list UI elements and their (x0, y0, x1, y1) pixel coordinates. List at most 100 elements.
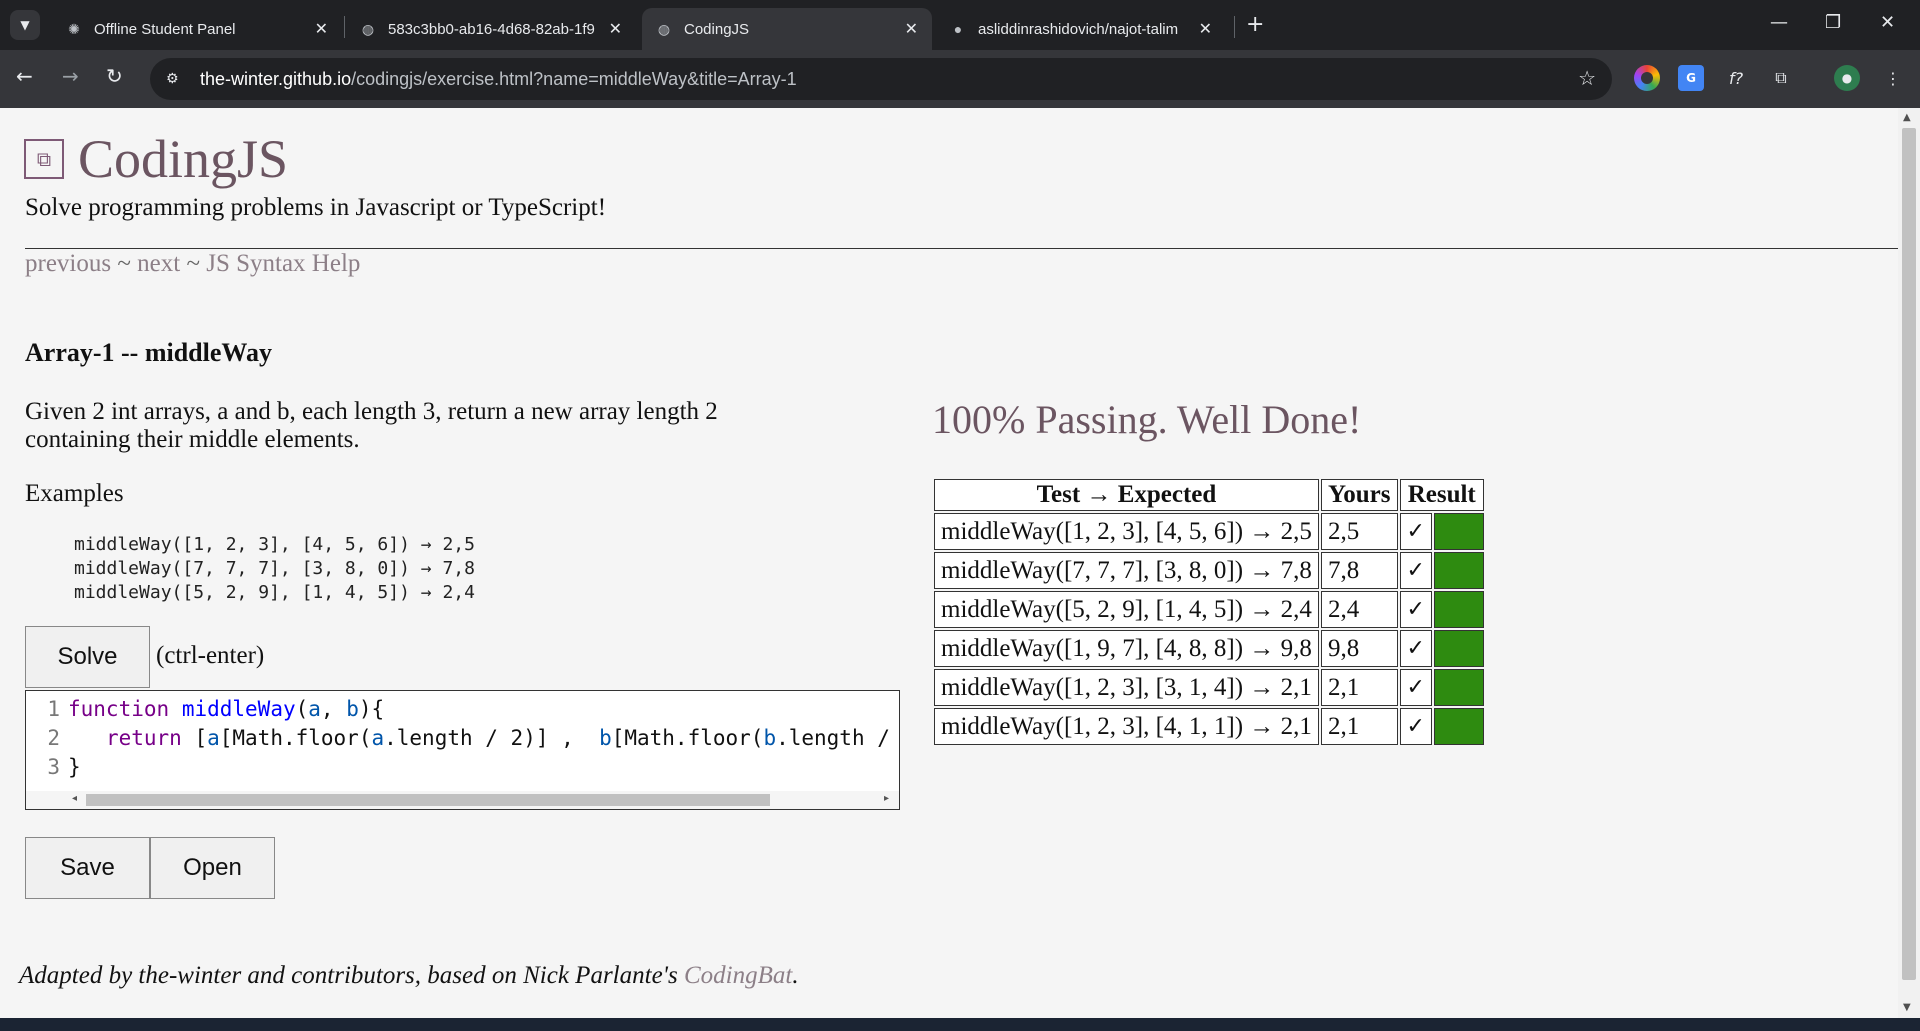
tab-title: asliddinrashidovich/najot-talim (978, 20, 1179, 38)
results-header-row: Test → Expected Yours Result (934, 479, 1484, 511)
pass-indicator (1433, 591, 1484, 628)
forward-arrow-icon[interactable]: → (62, 64, 79, 88)
scroll-up-icon[interactable]: ▲ (1903, 112, 1911, 123)
save-button[interactable]: Save (25, 837, 150, 899)
test-cell: middleWay([5, 2, 9], [1, 4, 5]) → 2,4 (934, 591, 1319, 628)
footer-end: . (792, 962, 799, 989)
divider (25, 248, 1898, 249)
page-scrollbar[interactable]: ▲ ▼ (1898, 108, 1920, 1018)
example-line: middleWay([5, 2, 9], [1, 4, 5]) → 2,4 (74, 582, 475, 603)
checkmark-icon: ✓ (1399, 708, 1432, 745)
yours-cell: 2,1 (1321, 708, 1398, 745)
color-extension-icon[interactable] (1634, 65, 1660, 91)
header-result: Result (1399, 479, 1484, 511)
formula-extension-icon[interactable]: f? (1723, 65, 1749, 91)
globe-icon: ◍ (361, 20, 375, 37)
browser-tab-strip: ▼ ✺ Offline Student Panel ✕ ◍ 583c3bb0-a… (0, 0, 1920, 50)
scroll-left-icon[interactable]: ◂ (72, 793, 77, 804)
header-test: Test → Expected (934, 479, 1319, 511)
js-syntax-help-link[interactable]: JS Syntax Help (206, 250, 360, 277)
restore-icon[interactable]: ❐ (1825, 12, 1841, 33)
checkmark-icon: ✓ (1399, 552, 1432, 589)
new-tab-plus-icon[interactable]: + (1246, 12, 1264, 37)
github-icon: ● (953, 21, 963, 37)
pass-indicator (1433, 513, 1484, 550)
checkmark-icon: ✓ (1399, 630, 1432, 667)
code-content[interactable]: function middleWay(a, b){ return [a[Math… (68, 695, 899, 782)
minimize-icon[interactable]: — (1770, 12, 1788, 33)
examples-label: Examples (25, 480, 124, 507)
table-row: middleWay([1, 2, 3], [4, 5, 6]) → 2,5 2,… (934, 513, 1484, 550)
close-icon[interactable]: ✕ (1199, 19, 1212, 39)
pass-indicator (1433, 552, 1484, 589)
solve-shortcut-hint: (ctrl-enter) (156, 642, 265, 669)
url-text[interactable]: the-winter.github.io/codingjs/exercise.h… (200, 69, 797, 90)
os-taskbar (0, 1018, 1920, 1031)
site-logo[interactable]: ⧉ CodingJS (24, 128, 288, 190)
close-icon[interactable]: ✕ (315, 19, 328, 39)
pass-message: 100% Passing. Well Done! (932, 397, 1362, 442)
extensions-puzzle-icon[interactable]: ⧉ (1768, 65, 1794, 91)
table-row: middleWay([7, 7, 7], [3, 8, 0]) → 7,8 7,… (934, 552, 1484, 589)
site-title: CodingJS (78, 129, 289, 189)
table-row: middleWay([1, 2, 3], [3, 1, 4]) → 2,1 2,… (934, 669, 1484, 706)
scrollbar-thumb[interactable] (86, 794, 770, 806)
yours-cell: 9,8 (1321, 630, 1398, 667)
test-cell: middleWay([1, 2, 3], [4, 5, 6]) → 2,5 (934, 513, 1319, 550)
table-row: middleWay([5, 2, 9], [1, 4, 5]) → 2,4 2,… (934, 591, 1484, 628)
menu-kebab-icon[interactable]: ⋮ (1880, 65, 1906, 91)
tab-title: 583c3bb0-ab16-4d68-82ab-1f9 (388, 20, 595, 38)
table-row: middleWay([1, 9, 7], [4, 8, 8]) → 9,8 9,… (934, 630, 1484, 667)
example-line: middleWay([1, 2, 3], [4, 5, 6]) → 2,5 (74, 534, 475, 555)
reload-icon[interactable]: ↻ (106, 64, 123, 88)
checkmark-icon: ✓ (1399, 669, 1432, 706)
tab-title: Offline Student Panel (94, 20, 236, 38)
puzzle-logo-icon: ⧉ (24, 139, 64, 179)
previous-link[interactable]: previous (25, 250, 111, 277)
orb-icon: ✺ (68, 20, 80, 37)
tab-title: CodingJS (684, 20, 750, 38)
codingbat-link[interactable]: CodingBat (684, 962, 792, 989)
url-host: the-winter.github.io (200, 68, 352, 89)
tab-uuid[interactable]: ◍ 583c3bb0-ab16-4d68-82ab-1f9 ✕ (346, 8, 636, 50)
tab-codingjs[interactable]: ◍ CodingJS ✕ (642, 8, 932, 50)
results-table: Test → Expected Yours Result middleWay([… (932, 477, 1486, 747)
nav-separator: ~ (186, 250, 200, 277)
yours-cell: 7,8 (1321, 552, 1398, 589)
nav-links: previous ~ next ~ JS Syntax Help (25, 250, 360, 278)
close-icon[interactable]: ✕ (905, 19, 918, 39)
tagline: Solve programming problems in Javascript… (25, 194, 607, 221)
editor-horizontal-scrollbar[interactable]: ◂ ▸ (26, 791, 899, 809)
pass-indicator (1433, 708, 1484, 745)
solve-button[interactable]: Solve (25, 626, 150, 688)
close-window-icon[interactable]: ✕ (1880, 12, 1895, 33)
translate-extension-icon[interactable]: G (1678, 65, 1704, 91)
site-info-icon[interactable]: ⚙ (166, 71, 186, 87)
scrollbar-thumb[interactable] (1902, 128, 1916, 980)
scroll-right-icon[interactable]: ▸ (884, 793, 889, 804)
back-arrow-icon[interactable]: ← (16, 64, 33, 88)
line-numbers: 123 (47, 697, 60, 779)
next-link[interactable]: next (137, 250, 180, 277)
yours-cell: 2,1 (1321, 669, 1398, 706)
yours-cell: 2,5 (1321, 513, 1398, 550)
bookmark-star-icon[interactable]: ☆ (1578, 66, 1596, 90)
code-editor[interactable]: 123 function middleWay(a, b){ return [a[… (25, 690, 900, 810)
profile-avatar[interactable]: ● (1834, 65, 1860, 91)
exercise-title: Array-1 -- middleWay (25, 338, 272, 367)
globe-icon: ◍ (657, 20, 671, 37)
open-button[interactable]: Open (150, 837, 275, 899)
checkmark-icon: ✓ (1399, 591, 1432, 628)
tab-search-button[interactable]: ▼ (10, 10, 40, 40)
tab-offline-student-panel[interactable]: ✺ Offline Student Panel ✕ (52, 8, 342, 50)
examples-list: middleWay([1, 2, 3], [4, 5, 6]) → 2,5 mid… (74, 533, 475, 605)
test-cell: middleWay([7, 7, 7], [3, 8, 0]) → 7,8 (934, 552, 1319, 589)
table-row: middleWay([1, 2, 3], [4, 1, 1]) → 2,1 2,… (934, 708, 1484, 745)
test-cell: middleWay([1, 9, 7], [4, 8, 8]) → 9,8 (934, 630, 1319, 667)
tab-github[interactable]: ● asliddinrashidovich/najot-talim ✕ (936, 8, 1226, 50)
test-cell: middleWay([1, 2, 3], [3, 1, 4]) → 2,1 (934, 669, 1319, 706)
address-bar[interactable]: ⚙ the-winter.github.io/codingjs/exercise… (150, 58, 1612, 100)
tab-separator (344, 16, 345, 38)
close-icon[interactable]: ✕ (609, 19, 622, 39)
scroll-down-icon[interactable]: ▼ (1903, 1002, 1911, 1013)
